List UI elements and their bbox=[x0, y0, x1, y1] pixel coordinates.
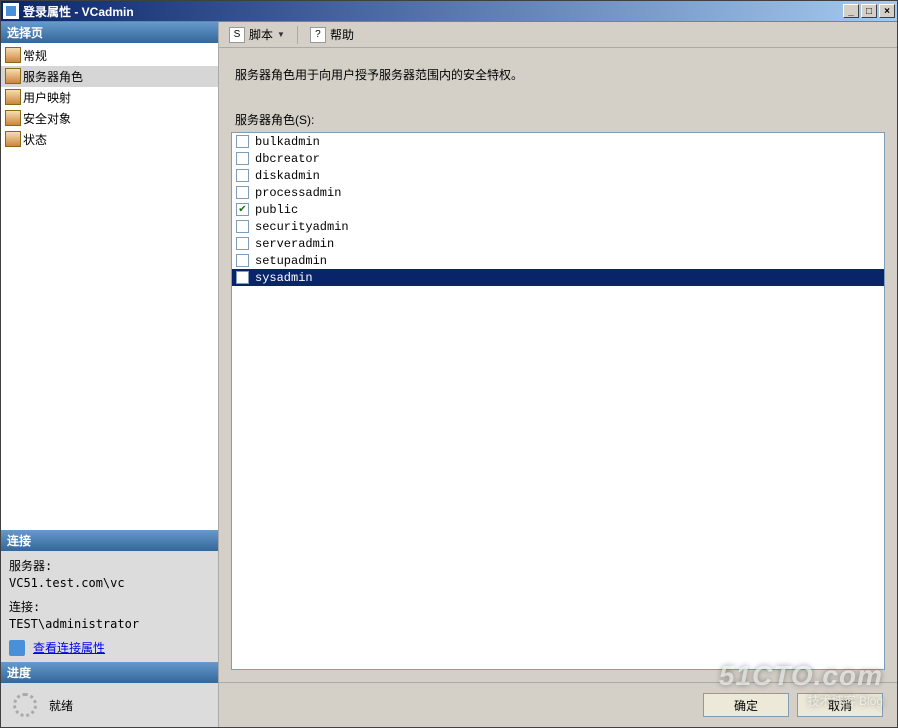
role-checkbox[interactable] bbox=[236, 220, 249, 233]
role-row[interactable]: setupadmin bbox=[232, 252, 884, 269]
script-label: 脚本 bbox=[249, 26, 273, 43]
connection-panel: 服务器: VC51.test.com\vc 连接: TEST\administr… bbox=[1, 551, 218, 662]
role-checkbox[interactable] bbox=[236, 271, 249, 284]
role-name: setupadmin bbox=[255, 254, 327, 268]
progress-header: 进度 bbox=[1, 662, 218, 683]
app-icon bbox=[3, 3, 19, 19]
script-button[interactable]: S 脚本 ▼ bbox=[223, 24, 291, 45]
conn-value: TEST\administrator bbox=[9, 617, 210, 631]
dialog-window: 登录属性 - VCadmin _ □ × 选择页 常规服务器角色用户映射安全对象… bbox=[0, 0, 898, 728]
help-label: 帮助 bbox=[330, 26, 354, 43]
chevron-down-icon: ▼ bbox=[277, 30, 285, 39]
dialog-body: 选择页 常规服务器角色用户映射安全对象状态 连接 服务器: VC51.test.… bbox=[1, 21, 897, 727]
role-checkbox[interactable] bbox=[236, 237, 249, 250]
window-title: 登录属性 - VCadmin bbox=[23, 3, 843, 20]
sidebar-page-item[interactable]: 状态 bbox=[1, 129, 218, 150]
server-value: VC51.test.com\vc bbox=[9, 576, 210, 590]
role-name: securityadmin bbox=[255, 220, 349, 234]
connection-icon bbox=[9, 640, 25, 656]
help-button[interactable]: ? 帮助 bbox=[304, 24, 360, 45]
content-area: 服务器角色用于向用户授予服务器范围内的安全特权。 服务器角色(S): bulka… bbox=[219, 48, 897, 682]
role-name: serveradmin bbox=[255, 237, 334, 251]
sidebar-page-item[interactable]: 用户映射 bbox=[1, 87, 218, 108]
role-row[interactable]: public bbox=[232, 201, 884, 218]
role-checkbox[interactable] bbox=[236, 152, 249, 165]
role-row[interactable]: diskadmin bbox=[232, 167, 884, 184]
role-checkbox[interactable] bbox=[236, 203, 249, 216]
role-name: public bbox=[255, 203, 298, 217]
role-checkbox[interactable] bbox=[236, 135, 249, 148]
toolbar-separator bbox=[297, 26, 298, 44]
role-row[interactable]: serveradmin bbox=[232, 235, 884, 252]
role-checkbox[interactable] bbox=[236, 169, 249, 182]
ok-button[interactable]: 确定 bbox=[703, 693, 789, 717]
sidebar-page-item[interactable]: 安全对象 bbox=[1, 108, 218, 129]
toolbar: S 脚本 ▼ ? 帮助 bbox=[219, 22, 897, 48]
window-controls: _ □ × bbox=[843, 4, 895, 18]
titlebar[interactable]: 登录属性 - VCadmin _ □ × bbox=[1, 1, 897, 21]
button-row: 确定 取消 bbox=[219, 682, 897, 727]
pages-list: 常规服务器角色用户映射安全对象状态 bbox=[1, 43, 218, 152]
sidebar-page-item[interactable]: 常规 bbox=[1, 45, 218, 66]
progress-status: 就绪 bbox=[49, 697, 73, 714]
connection-header: 连接 bbox=[1, 530, 218, 551]
role-checkbox[interactable] bbox=[236, 254, 249, 267]
progress-panel: 就绪 bbox=[1, 683, 218, 727]
minimize-button[interactable]: _ bbox=[843, 4, 859, 18]
role-name: processadmin bbox=[255, 186, 341, 200]
roles-label: 服务器角色(S): bbox=[231, 111, 885, 128]
sidebar: 选择页 常规服务器角色用户映射安全对象状态 连接 服务器: VC51.test.… bbox=[1, 22, 219, 727]
help-icon: ? bbox=[310, 27, 326, 43]
role-name: dbcreator bbox=[255, 152, 320, 166]
maximize-button[interactable]: □ bbox=[861, 4, 877, 18]
role-row[interactable]: bulkadmin bbox=[232, 133, 884, 150]
role-row[interactable]: sysadmin bbox=[232, 269, 884, 286]
role-row[interactable]: processadmin bbox=[232, 184, 884, 201]
role-name: bulkadmin bbox=[255, 135, 320, 149]
sidebar-page-item[interactable]: 服务器角色 bbox=[1, 66, 218, 87]
role-row[interactable]: dbcreator bbox=[232, 150, 884, 167]
sidebar-spacer bbox=[1, 152, 218, 530]
view-connection-row: 查看连接属性 bbox=[9, 639, 210, 656]
server-label: 服务器: bbox=[9, 557, 210, 574]
roles-listbox[interactable]: bulkadmin dbcreator diskadmin processadmin p… bbox=[231, 132, 885, 670]
close-button[interactable]: × bbox=[879, 4, 895, 18]
role-name: sysadmin bbox=[255, 271, 313, 285]
conn-label: 连接: bbox=[9, 598, 210, 615]
role-row[interactable]: securityadmin bbox=[232, 218, 884, 235]
description-text: 服务器角色用于向用户授予服务器范围内的安全特权。 bbox=[231, 66, 885, 83]
role-name: diskadmin bbox=[255, 169, 320, 183]
main-panel: S 脚本 ▼ ? 帮助 服务器角色用于向用户授予服务器范围内的安全特权。 服务器… bbox=[219, 22, 897, 727]
cancel-button[interactable]: 取消 bbox=[797, 693, 883, 717]
progress-spinner-icon bbox=[13, 693, 37, 717]
view-connection-link[interactable]: 查看连接属性 bbox=[33, 639, 105, 656]
select-page-header: 选择页 bbox=[1, 22, 218, 43]
script-icon: S bbox=[229, 27, 245, 43]
role-checkbox[interactable] bbox=[236, 186, 249, 199]
